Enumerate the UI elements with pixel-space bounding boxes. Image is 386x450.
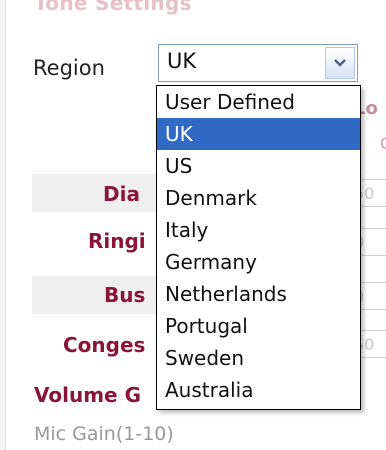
row-label-congestion: Conges <box>63 333 146 357</box>
option-denmark[interactable]: Denmark <box>157 182 360 214</box>
row-label-ringing: Ringi <box>88 229 146 253</box>
column-subheader-partial: C <box>380 134 386 153</box>
region-dropdown-list: User Defined UK US Denmark Italy Germany… <box>156 85 361 410</box>
mic-gain-label: Mic Gain(1-10) <box>34 423 174 445</box>
option-user-defined[interactable]: User Defined <box>157 86 360 118</box>
option-germany[interactable]: Germany <box>157 246 360 278</box>
option-us[interactable]: US <box>157 150 360 182</box>
row-label-dial: Dia <box>103 182 140 206</box>
option-netherlands[interactable]: Netherlands <box>157 278 360 310</box>
option-uk[interactable]: UK <box>157 118 360 150</box>
volume-gain-title: Volume G <box>34 383 142 407</box>
option-australia[interactable]: Australia <box>157 374 360 406</box>
option-portugal[interactable]: Portugal <box>157 310 360 342</box>
option-sweden[interactable]: Sweden <box>157 342 360 374</box>
region-select-value: UK <box>167 49 197 73</box>
region-select[interactable]: UK <box>158 44 358 82</box>
region-label: Region <box>33 56 105 80</box>
left-panel-border <box>0 0 6 450</box>
option-italy[interactable]: Italy <box>157 214 360 246</box>
section-title: Tone Settings <box>34 0 192 15</box>
chevron-down-icon[interactable] <box>325 47 355 79</box>
row-label-busy: Bus <box>104 283 146 307</box>
